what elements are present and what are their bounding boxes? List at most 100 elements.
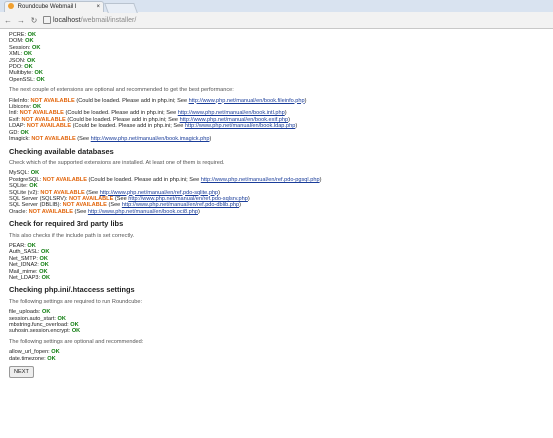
check-message: (Could be loaded. Please add in php.ini;… <box>65 116 180 123</box>
check-message-tail: ) <box>288 116 291 123</box>
status-ok: OK <box>34 70 43 77</box>
status-ok: OK <box>41 309 51 316</box>
status-not-available: NOT AVAILABLE <box>26 123 72 130</box>
tab-title: Roundcube Webmail I <box>17 4 77 10</box>
optional-extensions-list: FileInfo: NOT AVAILABLE (Could be loaded… <box>9 98 553 143</box>
check-message-tail: ) <box>295 123 298 130</box>
check-name: OpenSSL: <box>9 76 37 83</box>
check-message: (See <box>113 195 129 202</box>
tab-strip: Roundcube Webmail I × <box>0 0 553 13</box>
status-ok: OK <box>24 64 33 71</box>
url-path: /webmail/installer/ <box>80 16 137 24</box>
doc-link[interactable]: http://www.php.net/manual/en/ref.pdo-sql… <box>100 190 218 196</box>
check-row: OpenSSL: OK <box>9 77 553 83</box>
check-message: (See <box>84 189 100 196</box>
databases-list: MySQL: OK PostgreSQL: NOT AVAILABLE (Coul… <box>9 170 553 215</box>
check-name: SQLite (v2): <box>9 189 41 196</box>
libs-note: This also checks if the include path is … <box>9 232 135 239</box>
status-ok: OK <box>39 255 48 262</box>
status-ok: OK <box>71 328 81 335</box>
browser-tab[interactable]: Roundcube Webmail I × <box>4 1 104 12</box>
check-message-tail: ) <box>218 189 221 196</box>
ini-optional-list: allow_url_fopen: OK date.timezone: OK <box>9 349 553 362</box>
check-message: (See <box>106 202 122 209</box>
check-message: (See <box>75 136 91 143</box>
status-ok: OK <box>47 355 56 362</box>
libs-list: PEAR: OK Auth_SASL: OK Net_SMTP: OK Net_IDN… <box>9 243 553 281</box>
status-ok: OK <box>30 170 40 177</box>
close-icon[interactable]: × <box>96 2 100 13</box>
status-ok: OK <box>29 183 38 190</box>
check-message: (Could be loaded. Please add in php.ini;… <box>71 123 185 130</box>
back-icon[interactable]: ← <box>3 16 13 25</box>
check-name: PostgreSQL: <box>9 176 43 183</box>
page-info-icon[interactable] <box>43 16 51 24</box>
check-message: (Could be loaded. Please add in php.ini;… <box>86 176 201 183</box>
ini-optional-note: The following settings are optional and … <box>9 338 144 345</box>
check-name: mbstring.func_overload: <box>9 322 71 329</box>
check-name: Intl: <box>9 110 20 117</box>
check-row: date.timezone: OK <box>9 356 553 362</box>
status-ok: OK <box>70 322 79 329</box>
status-ok: OK <box>40 262 49 269</box>
ini-required-note: The following settings are required to r… <box>9 298 143 305</box>
check-name: Mail_mime: <box>9 268 40 275</box>
check-row: suhosin.session.encrypt: OK <box>9 328 553 334</box>
check-name: Net_SMTP: <box>9 255 40 262</box>
forward-icon[interactable]: → <box>16 16 26 25</box>
check-name: Session: <box>9 44 33 51</box>
check-name: file_uploads: <box>9 309 42 316</box>
databases-note: Check which of the supported extensions … <box>9 159 225 166</box>
ini-heading: Checking php.ini/.htaccess settings <box>9 285 135 295</box>
browser-toolbar: ← → ↻ localhost/webmail/installer/ <box>0 12 553 29</box>
check-message-tail: ) <box>247 195 250 202</box>
status-not-available: NOT AVAILABLE <box>19 110 64 117</box>
status-ok: OK <box>25 38 34 45</box>
check-name: Oracle: <box>9 208 29 215</box>
optional-note: The next couple of extensions are option… <box>9 87 234 94</box>
status-ok: OK <box>27 57 36 64</box>
check-name: SQL Server (SQLSRV): <box>9 195 69 202</box>
check-name: Auth_SASL: <box>9 249 42 256</box>
status-ok: OK <box>23 51 33 58</box>
status-ok: OK <box>32 104 42 111</box>
doc-link[interactable]: http://www.php.net/manual/en/ref.pdo-sql… <box>128 196 248 202</box>
check-name: Libiconv: <box>9 104 33 111</box>
status-not-available: NOT AVAILABLE <box>69 195 114 202</box>
check-name: MySQL: <box>9 170 31 177</box>
next-button[interactable]: NEXT <box>9 366 34 379</box>
check-name: date.timezone: <box>9 355 48 362</box>
check-message-tail: ) <box>239 202 241 209</box>
check-name: PDO: <box>9 64 25 71</box>
check-name: Net_LDAP3: <box>9 275 42 281</box>
doc-link[interactable]: http://www.php.net/manual/en/book.ldap.p… <box>185 123 295 129</box>
doc-link[interactable]: http://www.php.net/manual/en/book.oci8.p… <box>88 209 198 215</box>
doc-link[interactable]: http://www.php.net/manual/en/book.imagic… <box>91 136 210 142</box>
reload-icon[interactable]: ↻ <box>29 16 39 25</box>
check-name: session.auto_start: <box>9 315 58 322</box>
doc-link[interactable]: http://www.php.net/manual/en/book.exif.p… <box>180 117 289 123</box>
check-row: Net_LDAP3: OK <box>9 275 553 281</box>
check-name: PCRE: <box>9 32 28 38</box>
check-message-tail: ) <box>304 97 307 104</box>
url-host: localhost <box>53 16 81 24</box>
status-not-available: NOT AVAILABLE <box>30 97 75 104</box>
check-name: suhosin.session.encrypt: <box>9 328 72 335</box>
doc-link[interactable]: http://www.php.net/manual/en/ref.pdo-pgs… <box>201 177 320 183</box>
check-message-tail: ) <box>209 136 212 143</box>
new-tab-button[interactable] <box>104 3 138 13</box>
check-name: SQLite: <box>9 183 30 190</box>
status-ok: OK <box>27 242 36 249</box>
status-ok: OK <box>27 32 37 38</box>
installer-content: PCRE: OK DOM: OK Session: OK XML: OK JSON: O… <box>0 29 553 379</box>
doc-link[interactable]: http://www.php.net/manual/en/book.intl.p… <box>178 110 285 116</box>
doc-link[interactable]: http://www.php.net/manual/en/ref.pdo-dbl… <box>122 202 239 208</box>
check-message: (Could be loaded. Please add in php.ini;… <box>74 97 189 104</box>
status-not-available: NOT AVAILABLE <box>28 208 73 215</box>
check-message-tail: ) <box>284 110 287 117</box>
status-ok: OK <box>41 275 51 281</box>
doc-link[interactable]: http://www.php.net/manual/en/book.filein… <box>189 98 305 104</box>
check-row: Oracle: NOT AVAILABLE (See http://www.ph… <box>9 209 553 215</box>
status-ok: OK <box>20 129 29 136</box>
address-bar[interactable]: localhost/webmail/installer/ <box>43 16 136 24</box>
